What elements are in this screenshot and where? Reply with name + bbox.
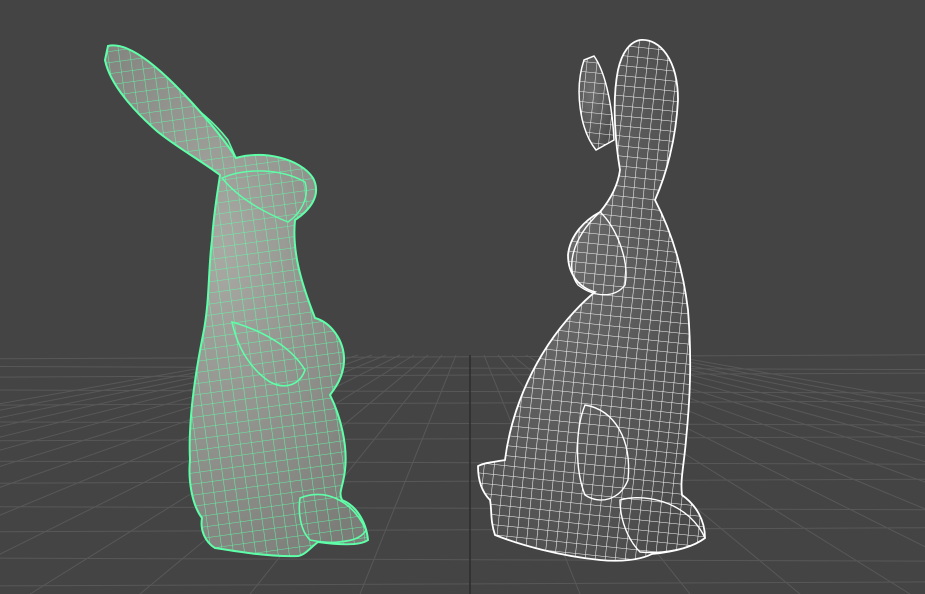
viewport-canvas[interactable] — [0, 0, 925, 594]
3d-viewport[interactable] — [0, 0, 925, 594]
